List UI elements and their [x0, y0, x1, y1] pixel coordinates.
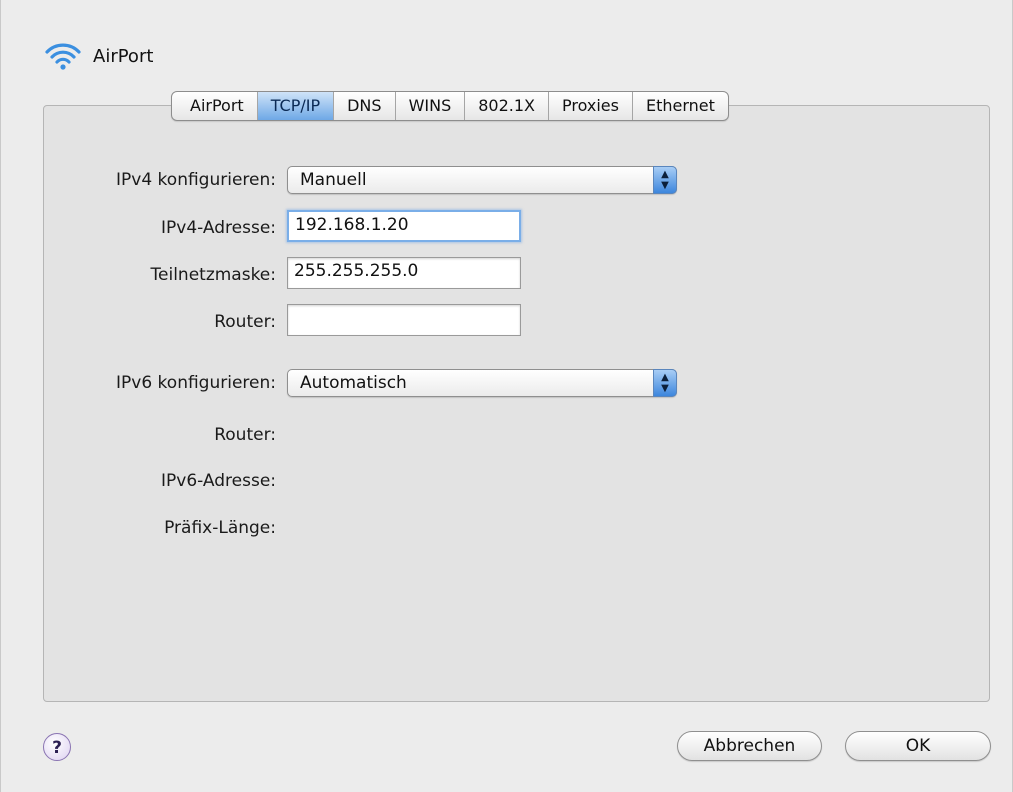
tab-802-1x[interactable]: 802.1X — [464, 92, 548, 120]
tab-proxies[interactable]: Proxies — [548, 92, 632, 120]
network-settings-sheet: AirPort AirPort TCP/IP DNS WINS 802.1X P… — [0, 0, 1013, 792]
header-title: AirPort — [93, 45, 154, 67]
popup-arrows-icon: ▲ ▼ — [653, 166, 677, 194]
ipv4-configure-label: IPv4 konfigurieren: — [116, 170, 276, 190]
ok-button[interactable]: OK — [845, 731, 991, 761]
ipv6-address-label: IPv6-Adresse: — [161, 471, 276, 491]
ipv4-address-label: IPv4-Adresse: — [161, 218, 276, 238]
subnet-mask-field[interactable]: 255.255.255.0 — [287, 257, 521, 289]
header: AirPort — [43, 36, 153, 76]
help-button[interactable]: ? — [43, 733, 71, 761]
tab-ethernet[interactable]: Ethernet — [631, 92, 728, 120]
ipv4-configure-value: Manuell — [300, 170, 367, 190]
tab-wins[interactable]: WINS — [394, 92, 465, 120]
ipv6-configure-label: IPv6 konfigurieren: — [116, 373, 276, 393]
ipv6-router-label: Router: — [214, 425, 276, 445]
tab-dns[interactable]: DNS — [333, 92, 394, 120]
ipv6-configure-value: Automatisch — [300, 373, 407, 393]
ipv6-configure-popup[interactable]: Automatisch ▲ ▼ — [287, 369, 677, 397]
settings-panel — [43, 105, 990, 702]
ipv4-address-field[interactable]: 192.168.1.20 — [287, 210, 521, 242]
ipv4-configure-popup[interactable]: Manuell ▲ ▼ — [287, 166, 677, 194]
tab-bar: AirPort TCP/IP DNS WINS 802.1X Proxies E… — [171, 91, 729, 121]
tab-airport[interactable]: AirPort — [172, 92, 257, 120]
ipv4-router-field[interactable] — [287, 304, 521, 336]
ipv4-router-label: Router: — [214, 312, 276, 332]
wifi-icon — [45, 43, 81, 70]
popup-arrows-icon: ▲ ▼ — [653, 369, 677, 397]
subnet-mask-label: Teilnetzmaske: — [150, 265, 276, 285]
cancel-button[interactable]: Abbrechen — [677, 731, 822, 761]
tab-tcp-ip[interactable]: TCP/IP — [256, 92, 334, 120]
prefix-length-label: Präfix-Länge: — [164, 518, 276, 538]
